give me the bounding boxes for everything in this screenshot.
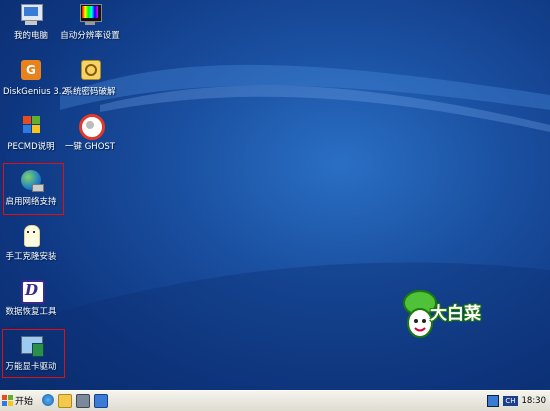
- icon-label: PECMD说明: [7, 142, 55, 152]
- resolution-icon: [77, 2, 103, 28]
- ghost-icon: [77, 113, 105, 140]
- icon-label: 一键 GHOST: [65, 142, 115, 152]
- tray-app-icon[interactable]: [487, 394, 500, 407]
- dabaicai-logo: 大白菜: [400, 285, 520, 345]
- windows-flag-icon: [18, 113, 44, 139]
- ime-indicator[interactable]: CH: [503, 395, 518, 406]
- desktop-icon-clone[interactable]: 手工克隆安装: [3, 223, 59, 262]
- desktop-icon-resolution[interactable]: 自动分辨率设置: [58, 2, 122, 41]
- logo-text: 大白菜: [430, 304, 481, 324]
- ie-icon[interactable]: [42, 394, 54, 406]
- taskbar: 开始 CH 18:30: [0, 390, 550, 411]
- password-icon: [77, 58, 103, 84]
- clone-ghost-icon: [18, 223, 44, 249]
- data-recovery-icon: D: [18, 278, 45, 304]
- my-computer-icon: [18, 2, 44, 28]
- media-icon[interactable]: [76, 394, 90, 408]
- desktop-icon[interactable]: [94, 394, 108, 408]
- icon-label: 数据恢复工具: [5, 307, 57, 317]
- start-button[interactable]: 开始: [0, 392, 42, 409]
- desktop-icon-diskgenius[interactable]: G DiskGenius 3.2: [3, 58, 67, 97]
- system-tray: CH 18:30: [487, 392, 550, 409]
- folder-icon[interactable]: [58, 394, 72, 408]
- windows-logo-icon: [2, 395, 13, 406]
- icon-label: DiskGenius 3.2: [3, 87, 67, 97]
- icon-label: 自动分辨率设置: [60, 31, 120, 41]
- start-label: 开始: [15, 397, 34, 407]
- quick-launch: [42, 394, 108, 408]
- desktop-icon-ghost[interactable]: 一键 GHOST: [58, 113, 122, 152]
- desktop-icon-password[interactable]: 系统密码破解: [58, 58, 122, 97]
- icon-label: 我的电脑: [13, 31, 48, 41]
- diskgenius-icon: G: [18, 58, 44, 84]
- desktop: 我的电脑 自动分辨率设置 G DiskGenius 3.2 系统密码破解 PEC…: [0, 0, 550, 390]
- desktop-icon-my-computer[interactable]: 我的电脑: [3, 2, 59, 41]
- clock: 18:30: [521, 395, 547, 406]
- icon-label: 系统密码破解: [64, 87, 116, 97]
- desktop-icon-pecmd[interactable]: PECMD说明: [3, 113, 59, 152]
- icon-label: 手工克隆安装: [5, 252, 57, 262]
- desktop-icon-data-recovery[interactable]: D 数据恢复工具: [3, 278, 59, 317]
- highlight-box-network: [3, 163, 64, 215]
- highlight-box-display-driver: [2, 329, 65, 378]
